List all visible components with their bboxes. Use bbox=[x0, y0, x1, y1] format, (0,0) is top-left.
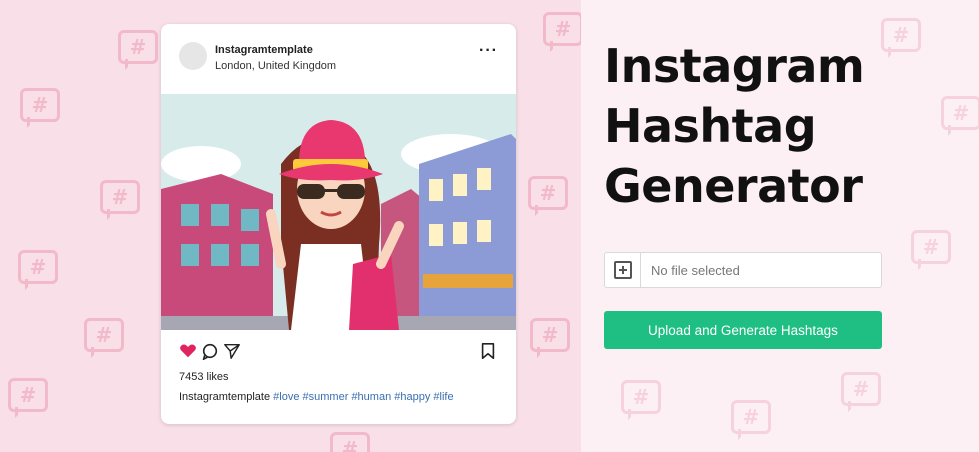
more-dots-icon[interactable]: ··· bbox=[479, 43, 498, 59]
comment-icon[interactable] bbox=[201, 342, 219, 360]
plus-box-icon bbox=[614, 261, 632, 279]
post-location[interactable]: London, United Kingdom bbox=[215, 60, 336, 72]
hashtag-link[interactable]: #love bbox=[273, 391, 299, 403]
title-line: Hashtag bbox=[604, 99, 817, 153]
hashtag-bubble-icon: # bbox=[330, 432, 370, 452]
post-caption: Instagramtemplate #love #summer #human #… bbox=[179, 391, 454, 403]
caption-username[interactable]: Instagramtemplate bbox=[179, 391, 270, 403]
hashtag-bubble-icon: # bbox=[543, 12, 581, 52]
post-username[interactable]: Instagramtemplate bbox=[215, 44, 313, 56]
illustration-girl-city bbox=[161, 94, 516, 330]
page-title: Instagram Hashtag Generator bbox=[604, 36, 865, 216]
title-line: Instagram bbox=[604, 39, 865, 93]
post-header: Instagramtemplate London, United Kingdom… bbox=[161, 24, 516, 94]
share-icon[interactable] bbox=[223, 342, 241, 360]
hashtag-link[interactable]: #happy bbox=[394, 391, 430, 403]
post-actions bbox=[179, 342, 499, 362]
hashtag-bubble-icon: # bbox=[100, 180, 140, 220]
avatar[interactable] bbox=[179, 42, 207, 70]
hashtag-link[interactable]: #life bbox=[433, 391, 453, 403]
hashtag-link[interactable]: #summer bbox=[303, 391, 349, 403]
hashtag-bubble-icon: # bbox=[18, 250, 58, 290]
hashtag-bubble-icon: # bbox=[20, 88, 60, 128]
hashtag-link[interactable]: #human bbox=[351, 391, 391, 403]
hashtag-bubble-icon: # bbox=[841, 372, 881, 412]
upload-generate-button[interactable]: Upload and Generate Hashtags bbox=[604, 311, 882, 349]
file-input[interactable]: No file selected bbox=[604, 252, 882, 288]
hashtag-bubble-icon: # bbox=[530, 318, 570, 358]
title-line: Generator bbox=[604, 159, 863, 213]
hashtag-bubble-icon: # bbox=[118, 30, 158, 70]
post-image bbox=[161, 94, 516, 330]
hashtag-bubble-icon: # bbox=[528, 176, 568, 216]
heart-icon[interactable] bbox=[179, 342, 197, 360]
likes-count: 7453 likes bbox=[179, 371, 229, 383]
hashtag-bubble-icon: # bbox=[941, 96, 979, 136]
hashtag-bubble-icon: # bbox=[731, 400, 771, 440]
file-status-text: No file selected bbox=[651, 263, 740, 278]
choose-file-button[interactable] bbox=[605, 253, 641, 287]
hashtag-bubble-icon: # bbox=[911, 230, 951, 270]
instagram-post-card: Instagramtemplate London, United Kingdom… bbox=[161, 24, 516, 424]
hashtag-bubble-icon: # bbox=[84, 318, 124, 358]
bookmark-icon[interactable] bbox=[479, 342, 497, 360]
hashtag-bubble-icon: # bbox=[881, 18, 921, 58]
hashtag-bubble-icon: # bbox=[621, 380, 661, 420]
hashtag-bubble-icon: # bbox=[8, 378, 48, 418]
